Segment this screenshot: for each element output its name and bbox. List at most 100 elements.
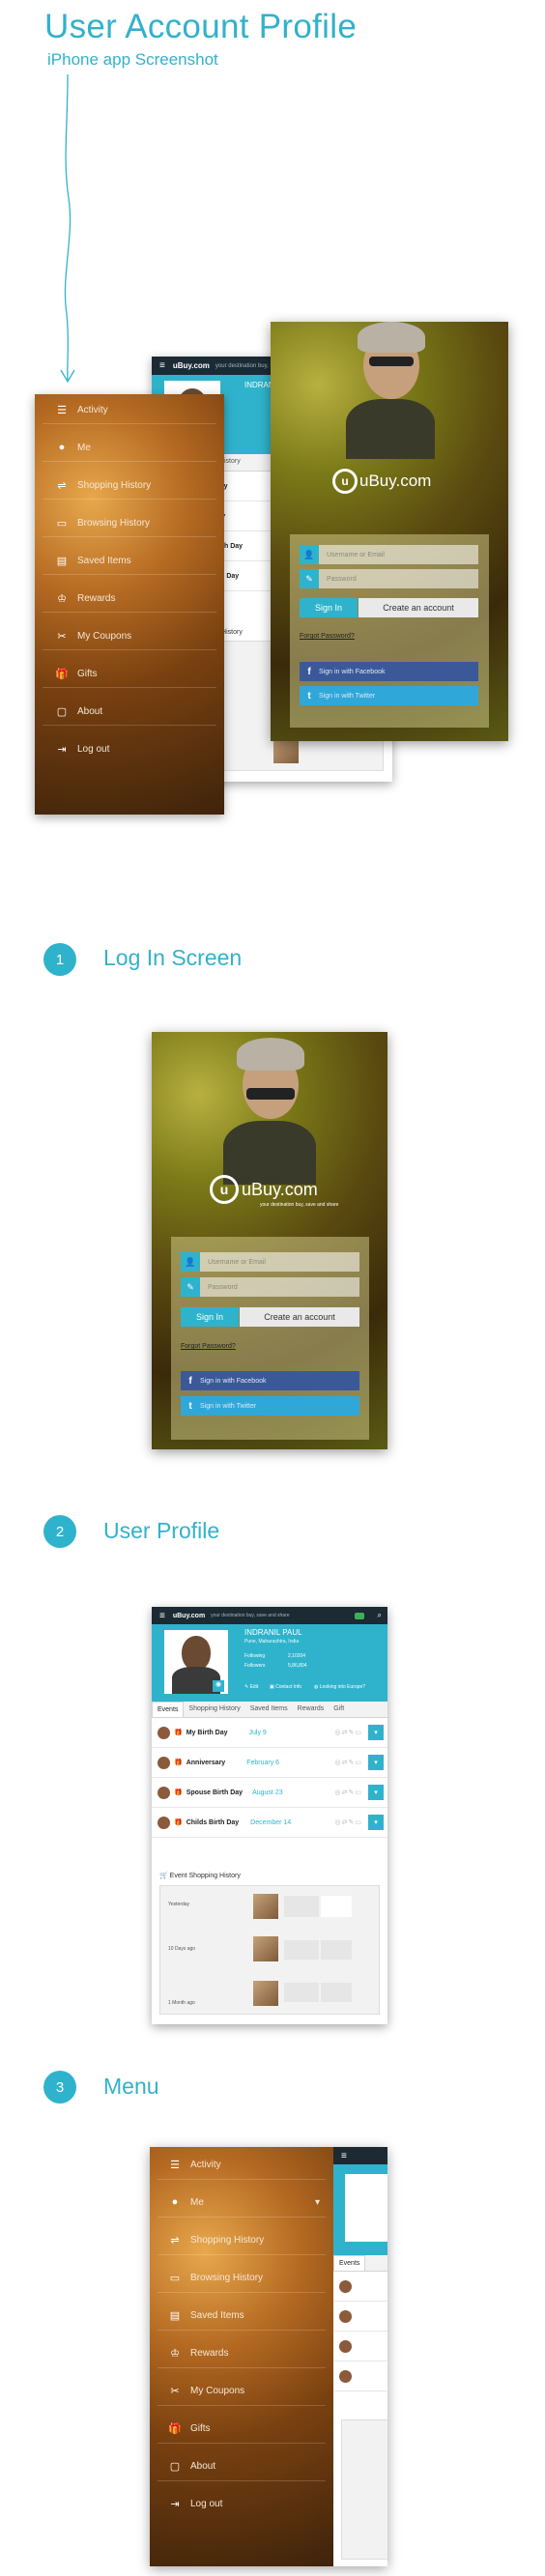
- list-item[interactable]: 🎁 Anniversary February 6 ◎⇄✎▭ ▾: [152, 1748, 387, 1778]
- chevron-down-icon[interactable]: ▾: [368, 1815, 384, 1830]
- menu-gifts[interactable]: 🎁 Gifts: [167, 2419, 333, 2438]
- chevron-down-icon[interactable]: ▾: [368, 1785, 384, 1800]
- menu-saved-items[interactable]: ▤ Saved Items: [167, 2305, 333, 2325]
- tab-saved-items[interactable]: Saved Items: [245, 1702, 293, 1717]
- hero-menu-screen: ☰ Activity ● Me ⇌ Shopping History ▭ Browsin…: [35, 394, 224, 815]
- profile-tabs: Events Shopping History Saved Items Rewa…: [152, 1702, 387, 1718]
- history-group-label: 10 Days ago: [168, 1946, 196, 1952]
- menu-gifts[interactable]: 🎁 Gifts: [54, 664, 224, 683]
- search-icon[interactable]: ⌕: [378, 1611, 382, 1620]
- gift-icon: 🎁: [174, 1760, 183, 1766]
- user-icon: 👤: [181, 1252, 200, 1272]
- password-field[interactable]: ✎ Password: [181, 1277, 359, 1297]
- key-icon: ✎: [300, 569, 319, 588]
- menu-log-out[interactable]: ⇥ Log out: [54, 739, 224, 758]
- menu-rewards[interactable]: ♔ Rewards: [167, 2343, 333, 2362]
- chevron-down-icon: ▾: [314, 2196, 320, 2208]
- user-icon: ●: [171, 2196, 179, 2208]
- hero-create-account-button[interactable]: Create an account: [359, 598, 478, 617]
- following-count: 2,10204: [288, 1653, 306, 1659]
- rewards-icon: ♔: [170, 2347, 180, 2360]
- edit-button[interactable]: ✎ Edit: [244, 1684, 258, 1690]
- following-label: Following: [244, 1653, 266, 1659]
- menu-me[interactable]: ● Me ▾: [167, 2192, 324, 2212]
- gift-icon: 🎁: [168, 2422, 182, 2435]
- hamburger-icon[interactable]: ≡: [341, 2151, 347, 2161]
- camera-icon[interactable]: ◉: [213, 1680, 224, 1692]
- menu-saved-items[interactable]: ▤ Saved Items: [54, 551, 224, 570]
- chevron-down-icon[interactable]: ▾: [368, 1725, 384, 1740]
- menu-my-coupons[interactable]: ✂ My Coupons: [54, 626, 224, 645]
- key-icon: ✎: [181, 1277, 200, 1297]
- menu-shopping-history[interactable]: ⇌ Shopping History: [54, 475, 224, 495]
- top-bar: ≡ uBuy.com your destination buy, save an…: [152, 1607, 387, 1624]
- hero-password-field[interactable]: ✎ Password: [300, 569, 478, 588]
- page-subtitle: iPhone app Screenshot: [47, 50, 218, 69]
- menu-activity[interactable]: ☰ Activity: [167, 2155, 333, 2174]
- list-item[interactable]: 🎁 My Birth Day July 9 ◎⇄✎▭ ▾: [152, 1718, 387, 1748]
- shopping-icon: ⇌: [57, 479, 67, 492]
- twitter-button[interactable]: t Sign in with Twitter: [181, 1396, 359, 1416]
- brand-tagline: your destination buy, save and share: [211, 1613, 290, 1618]
- hero-login-screen: u uBuy.com 👤 Username or Email ✎ Password S…: [271, 322, 508, 741]
- hero-logo: u uBuy.com: [332, 469, 431, 494]
- hero-facebook-button[interactable]: f Sign in with Facebook: [300, 662, 478, 681]
- gift-icon: 🎁: [174, 1730, 183, 1736]
- menu-shopping-history[interactable]: ⇌ Shopping History: [167, 2230, 333, 2249]
- profile-location: Pune, Maharashtra, India: [244, 1639, 300, 1645]
- twitter-icon: t: [307, 690, 311, 701]
- hero-twitter-button[interactable]: t Sign in with Twitter: [300, 686, 478, 705]
- tab-events[interactable]: Events: [152, 1702, 185, 1717]
- chevron-down-icon[interactable]: ▾: [368, 1755, 384, 1770]
- sign-in-button[interactable]: Sign In: [181, 1307, 239, 1327]
- looking-link[interactable]: ◍ Looking into Europe?: [314, 1684, 365, 1690]
- hero-brand: uBuy.com: [172, 361, 210, 370]
- create-account-button[interactable]: Create an account: [240, 1307, 359, 1327]
- logout-icon: ⇥: [57, 743, 67, 756]
- menu-rewards[interactable]: ♔ Rewards: [54, 588, 224, 608]
- section-3-title: Menu: [103, 2074, 159, 2099]
- menu-my-coupons[interactable]: ✂ My Coupons: [167, 2381, 333, 2400]
- menu-browsing-history[interactable]: ▭ Browsing History: [167, 2268, 333, 2287]
- tab-rewards[interactable]: Rewards: [293, 1702, 330, 1717]
- user-icon: 👤: [300, 545, 319, 564]
- menu-log-out[interactable]: ⇥ Log out: [167, 2494, 333, 2513]
- browse-icon: ▭: [169, 2272, 181, 2284]
- username-field[interactable]: 👤 Username or Email: [181, 1252, 359, 1272]
- hamburger-icon[interactable]: ≡: [159, 1611, 165, 1621]
- hamburger-icon[interactable]: ≡: [159, 360, 165, 371]
- history-title: 🛒 Event Shopping History: [159, 1873, 241, 1879]
- coupons-icon: ✂: [57, 630, 67, 643]
- section-1-title: Log In Screen: [103, 945, 243, 970]
- list-item[interactable]: 🎁 Spouse Birth Day August 23 ◎⇄✎▭ ▾: [152, 1778, 387, 1808]
- hero-sign-in-button[interactable]: Sign In: [300, 598, 358, 617]
- hero-forgot-link[interactable]: Forgot Password?: [300, 633, 355, 640]
- peek-profile: ≡ Events: [333, 2147, 387, 2566]
- menu-me[interactable]: ● Me: [54, 438, 224, 457]
- menu-browsing-history[interactable]: ▭ Browsing History: [54, 513, 224, 532]
- followers-count: 5,86,804: [288, 1663, 307, 1669]
- menu-activity[interactable]: ☰ Activity: [54, 400, 224, 419]
- history-box: Yesterday 10 Days ago 1 Month ago: [159, 1885, 380, 2015]
- coupons-icon: ✂: [170, 2385, 180, 2397]
- facebook-button[interactable]: f Sign in with Facebook: [181, 1371, 359, 1390]
- rewards-icon: ♔: [57, 592, 67, 605]
- product-thumbnail: [253, 1894, 278, 1919]
- facebook-icon: f: [307, 666, 311, 677]
- section-3-number: 3: [43, 2071, 76, 2104]
- forgot-password-link[interactable]: Forgot Password?: [181, 1343, 236, 1350]
- tab-gift[interactable]: Gift: [329, 1702, 349, 1717]
- tab-shopping-history[interactable]: Shopping History: [184, 1702, 244, 1717]
- tab-events[interactable]: Events: [333, 2255, 366, 2271]
- hero-username-field[interactable]: 👤 Username or Email: [300, 545, 478, 564]
- action-icons: ◎⇄✎▭: [334, 1760, 362, 1766]
- menu-about[interactable]: ▢ About: [167, 2456, 333, 2476]
- list-item[interactable]: 🎁 Childs Birth Day December 14 ◎⇄✎▭ ▾: [152, 1808, 387, 1838]
- login-tagline: your destination buy, save and share: [260, 1202, 339, 1208]
- notification-icon[interactable]: [354, 1612, 364, 1619]
- login-screen: u uBuy.com your destination buy, save and…: [152, 1032, 387, 1449]
- profile-header: ◉ INDRANIL PAUL Pune, Maharashtra, India…: [152, 1624, 387, 1702]
- menu-about[interactable]: ▢ About: [54, 701, 224, 721]
- contact-info-button[interactable]: ▣ Contact Info: [270, 1684, 301, 1690]
- section-2-number: 2: [43, 1515, 76, 1548]
